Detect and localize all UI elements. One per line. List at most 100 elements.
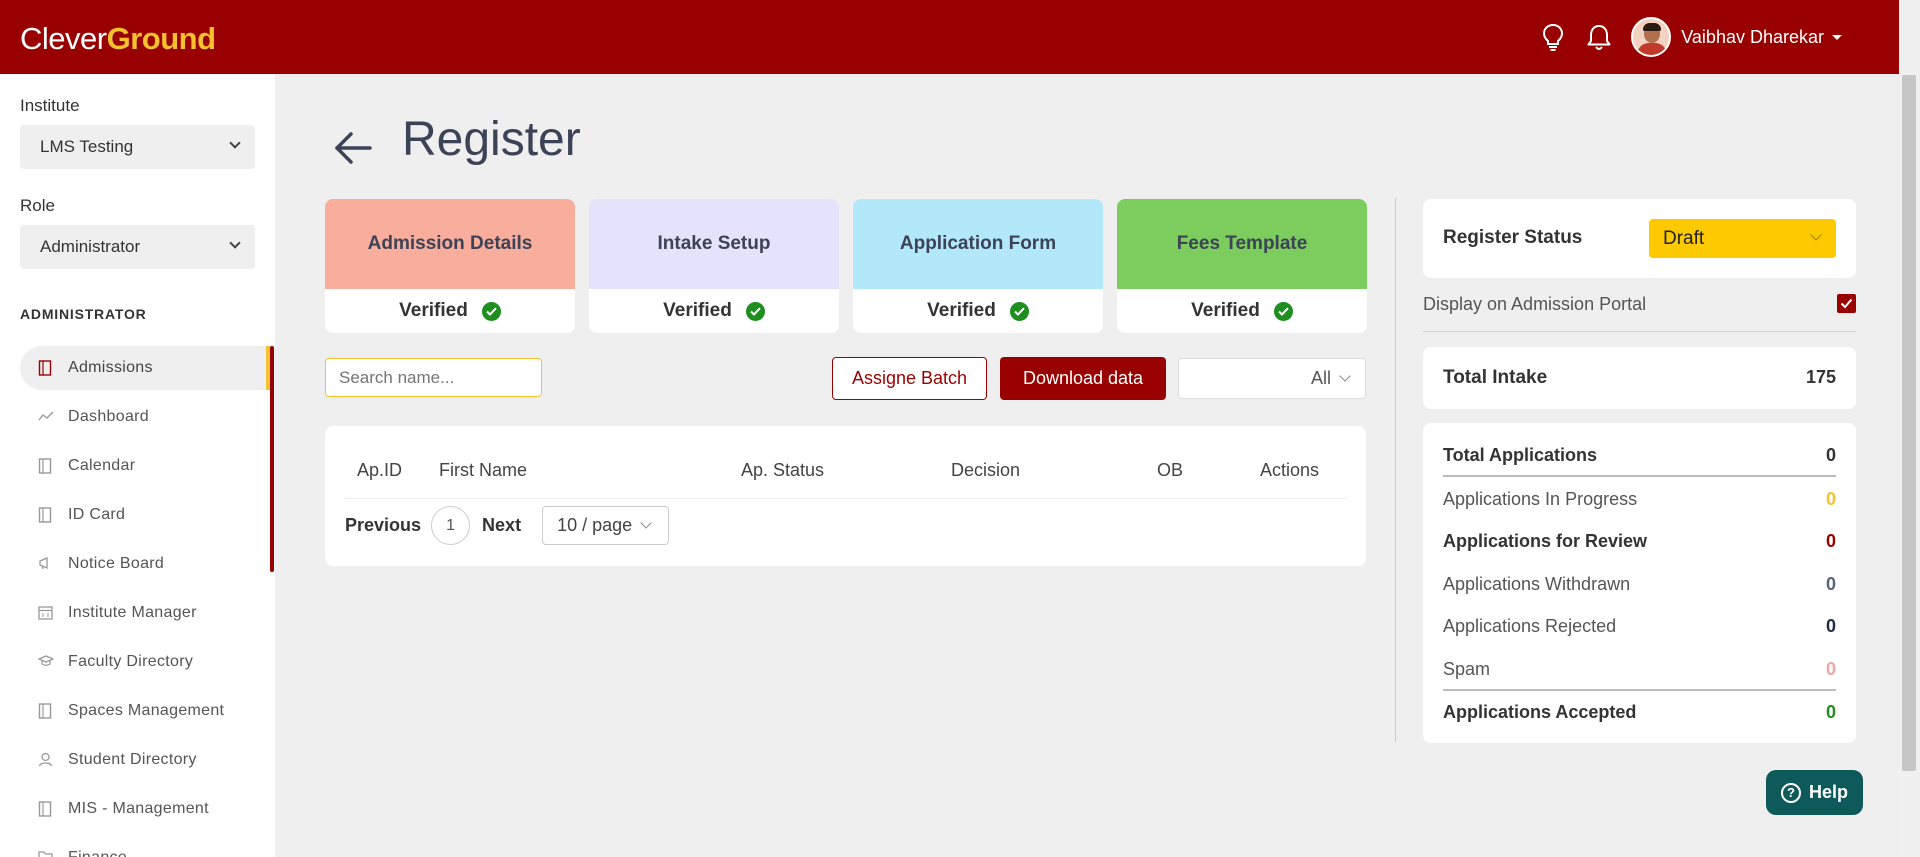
column-header-first-name[interactable]: First Name bbox=[439, 460, 527, 481]
scrollbar-thumb[interactable] bbox=[1902, 75, 1916, 771]
applications-row-applications-rejected: Applications Rejected 0 bbox=[1443, 616, 1836, 646]
page-size-select[interactable]: 10 / page bbox=[542, 506, 670, 545]
check-circle-icon bbox=[1273, 301, 1293, 321]
applications-row-applications-accepted: Applications Accepted 0 bbox=[1443, 702, 1836, 732]
help-label: Help bbox=[1808, 782, 1848, 802]
next-page-button[interactable]: Next bbox=[482, 515, 521, 536]
chevron-down-icon[interactable] bbox=[1832, 34, 1842, 40]
portal-display-label: Display on Admission Portal bbox=[1423, 294, 1647, 314]
calendar-icon bbox=[38, 605, 53, 621]
chevron-down-icon bbox=[1339, 370, 1351, 382]
filter-value: All bbox=[1310, 368, 1331, 388]
help-button[interactable]: ? Help bbox=[1766, 770, 1863, 815]
door-icon bbox=[38, 458, 52, 474]
lightbulb-icon[interactable] bbox=[1539, 22, 1567, 52]
applications-row-value: 0 bbox=[1825, 702, 1836, 722]
page-title: Register bbox=[402, 113, 581, 166]
logo[interactable]: CleverGround bbox=[20, 20, 216, 58]
sidebar: Institute LMS Testing Role Administrator… bbox=[0, 74, 275, 857]
register-status-card: Register Status Draft bbox=[1423, 199, 1856, 278]
applications-row-spam: Spam 0 bbox=[1443, 659, 1836, 689]
applications-row-value: 0 bbox=[1825, 445, 1836, 465]
logo-text-clever: Clever bbox=[20, 21, 107, 56]
applications-row-applications-for-review: Applications for Review 0 bbox=[1443, 531, 1836, 561]
sidebar-item-student-directory[interactable]: Student Directory bbox=[20, 738, 270, 782]
sidebar-item-id-card[interactable]: ID Card bbox=[20, 493, 270, 537]
step-card-status: Verified bbox=[325, 289, 575, 333]
trend-icon bbox=[38, 409, 54, 425]
question-icon: ? bbox=[1780, 782, 1801, 803]
sidebar-item-spaces-management[interactable]: Spaces Management bbox=[20, 689, 270, 733]
top-bar: CleverGround Vaibhav Dharekar bbox=[0, 0, 1899, 74]
logo-text-ground: Ground bbox=[106, 21, 216, 56]
sidebar-menu: Admissions Dashboard Calendar ID Card Notice… bbox=[20, 346, 270, 857]
sidebar-item-institute-manager[interactable]: Institute Manager bbox=[20, 591, 270, 635]
role-value: Administrator bbox=[40, 237, 141, 256]
door-icon bbox=[38, 507, 52, 523]
avatar[interactable] bbox=[1631, 17, 1672, 57]
door-icon bbox=[38, 360, 52, 376]
user-name[interactable]: Vaibhav Dharekar bbox=[1681, 27, 1824, 48]
sidebar-item-notice-board[interactable]: Notice Board bbox=[20, 542, 270, 586]
total-intake-card: Total Intake 175 bbox=[1423, 347, 1856, 409]
column-header-ob[interactable]: OB bbox=[1157, 460, 1183, 481]
bell-icon[interactable] bbox=[1585, 22, 1613, 52]
sidebar-item-label: Faculty Directory bbox=[68, 653, 194, 670]
status-filter-select[interactable]: All bbox=[1178, 358, 1366, 399]
sidebar-item-dashboard[interactable]: Dashboard bbox=[20, 395, 270, 439]
applications-row-applications-withdrawn: Applications Withdrawn 0 bbox=[1443, 574, 1836, 604]
sidebar-item-label: Spaces Management bbox=[68, 702, 225, 719]
sidebar-item-calendar[interactable]: Calendar bbox=[20, 444, 270, 488]
back-arrow-icon[interactable] bbox=[333, 128, 373, 173]
applications-row-applications-in-progress: Applications In Progress 0 bbox=[1443, 489, 1836, 519]
step-card-title: Application Form bbox=[853, 199, 1103, 289]
search-input[interactable] bbox=[325, 358, 542, 397]
sidebar-item-admissions[interactable]: Admissions bbox=[20, 346, 270, 390]
register-status-select[interactable]: Draft bbox=[1649, 219, 1836, 258]
verified-label: Verified bbox=[1191, 300, 1260, 321]
column-header-actions[interactable]: Actions bbox=[1260, 460, 1319, 481]
total-intake-label: Total Intake bbox=[1443, 367, 1548, 388]
role-select[interactable]: Administrator bbox=[20, 225, 255, 269]
folder-icon bbox=[38, 850, 53, 857]
portal-display-checkbox[interactable] bbox=[1837, 294, 1856, 313]
check-circle-icon bbox=[745, 301, 765, 321]
sidebar-item-label: Dashboard bbox=[68, 408, 149, 425]
register-status-value: Draft bbox=[1663, 227, 1705, 249]
mortarboard-icon bbox=[37, 654, 55, 670]
institute-select[interactable]: LMS Testing bbox=[20, 125, 255, 169]
assign-batch-button[interactable]: Assigne Batch bbox=[832, 357, 987, 400]
column-header-decision[interactable]: Decision bbox=[951, 460, 1020, 481]
sidebar-scrollbar[interactable] bbox=[270, 346, 274, 572]
applications-row-value: 0 bbox=[1825, 616, 1836, 636]
previous-page-button[interactable]: Previous bbox=[345, 515, 421, 536]
step-card-admission-details[interactable]: Admission Details Verified bbox=[325, 199, 575, 333]
megaphone-icon bbox=[38, 556, 52, 572]
applications-row-value: 0 bbox=[1825, 659, 1836, 679]
portal-display-row: Display on Admission Portal bbox=[1423, 292, 1856, 332]
check-circle-icon bbox=[1009, 301, 1029, 321]
total-intake-value: 175 bbox=[1805, 367, 1836, 387]
user-icon bbox=[38, 752, 53, 768]
applications-table: Ap.ID First Name Ap. Status Decision OB … bbox=[325, 426, 1366, 566]
sidebar-item-finance[interactable]: Finance bbox=[20, 836, 270, 857]
download-data-button[interactable]: Download data bbox=[1000, 357, 1166, 400]
divider bbox=[1443, 689, 1836, 691]
step-card-status: Verified bbox=[853, 289, 1103, 333]
page-size-value: 10 / page bbox=[557, 515, 633, 535]
sidebar-item-mis-management[interactable]: MIS - Management bbox=[20, 787, 270, 831]
step-card-fees-template[interactable]: Fees Template Verified bbox=[1117, 199, 1367, 333]
step-card-application-form[interactable]: Application Form Verified bbox=[853, 199, 1103, 333]
step-card-status: Verified bbox=[589, 289, 839, 333]
step-card-intake-setup[interactable]: Intake Setup Verified bbox=[589, 199, 839, 333]
chevron-down-icon bbox=[640, 517, 652, 529]
page-scrollbar[interactable] bbox=[1899, 0, 1920, 857]
verified-label: Verified bbox=[663, 300, 732, 321]
sidebar-item-faculty-directory[interactable]: Faculty Directory bbox=[20, 640, 270, 684]
applications-row-label: Applications In Progress bbox=[1443, 489, 1638, 509]
column-header-apid[interactable]: Ap.ID bbox=[357, 460, 402, 481]
column-header-ap-status[interactable]: Ap. Status bbox=[741, 460, 824, 481]
page-number-button[interactable]: 1 bbox=[431, 506, 471, 545]
step-card-title: Admission Details bbox=[325, 199, 575, 289]
applications-row-value: 0 bbox=[1825, 489, 1836, 509]
